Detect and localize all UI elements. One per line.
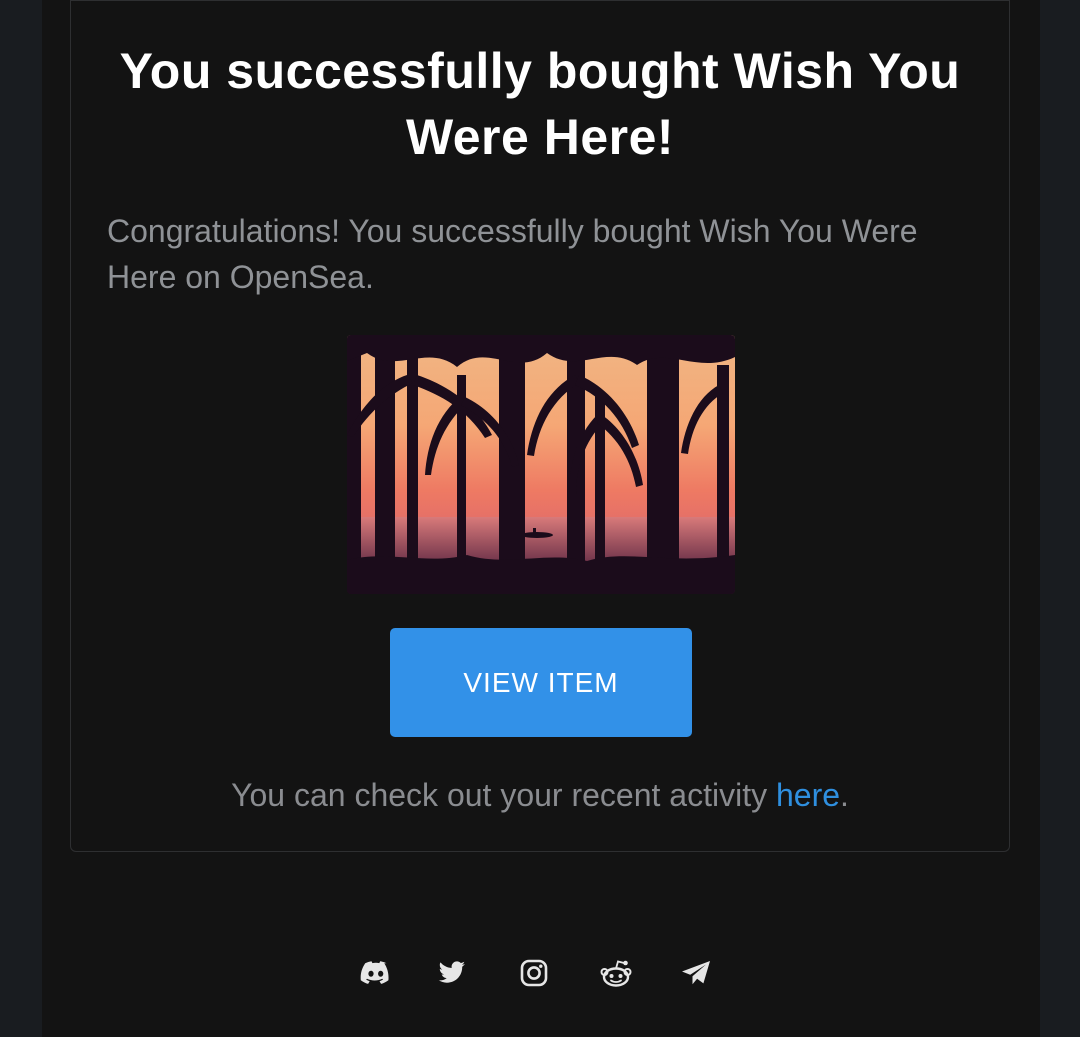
twitter-icon[interactable] xyxy=(434,955,470,991)
email-title: You successfully bought Wish You Were He… xyxy=(119,43,961,165)
discord-icon[interactable] xyxy=(358,955,394,991)
reddit-icon[interactable] xyxy=(598,955,634,991)
activity-link[interactable]: here xyxy=(776,777,840,813)
email-column: You successfully bought Wish You Were He… xyxy=(42,0,1040,1037)
social-links xyxy=(42,955,1040,991)
activity-suffix: . xyxy=(840,777,849,813)
nft-image[interactable] xyxy=(347,335,735,594)
email-message: Congratulations! You successfully bought… xyxy=(107,213,918,295)
instagram-icon[interactable] xyxy=(516,955,552,991)
view-item-button[interactable]: VIEW ITEM xyxy=(390,628,692,737)
card-divider xyxy=(71,0,1009,1)
telegram-icon[interactable] xyxy=(678,955,714,991)
activity-prefix: You can check out your recent activity xyxy=(231,777,776,813)
purchase-card: You successfully bought Wish You Were He… xyxy=(70,0,1010,852)
activity-text: You can check out your recent activity h… xyxy=(71,770,1009,820)
